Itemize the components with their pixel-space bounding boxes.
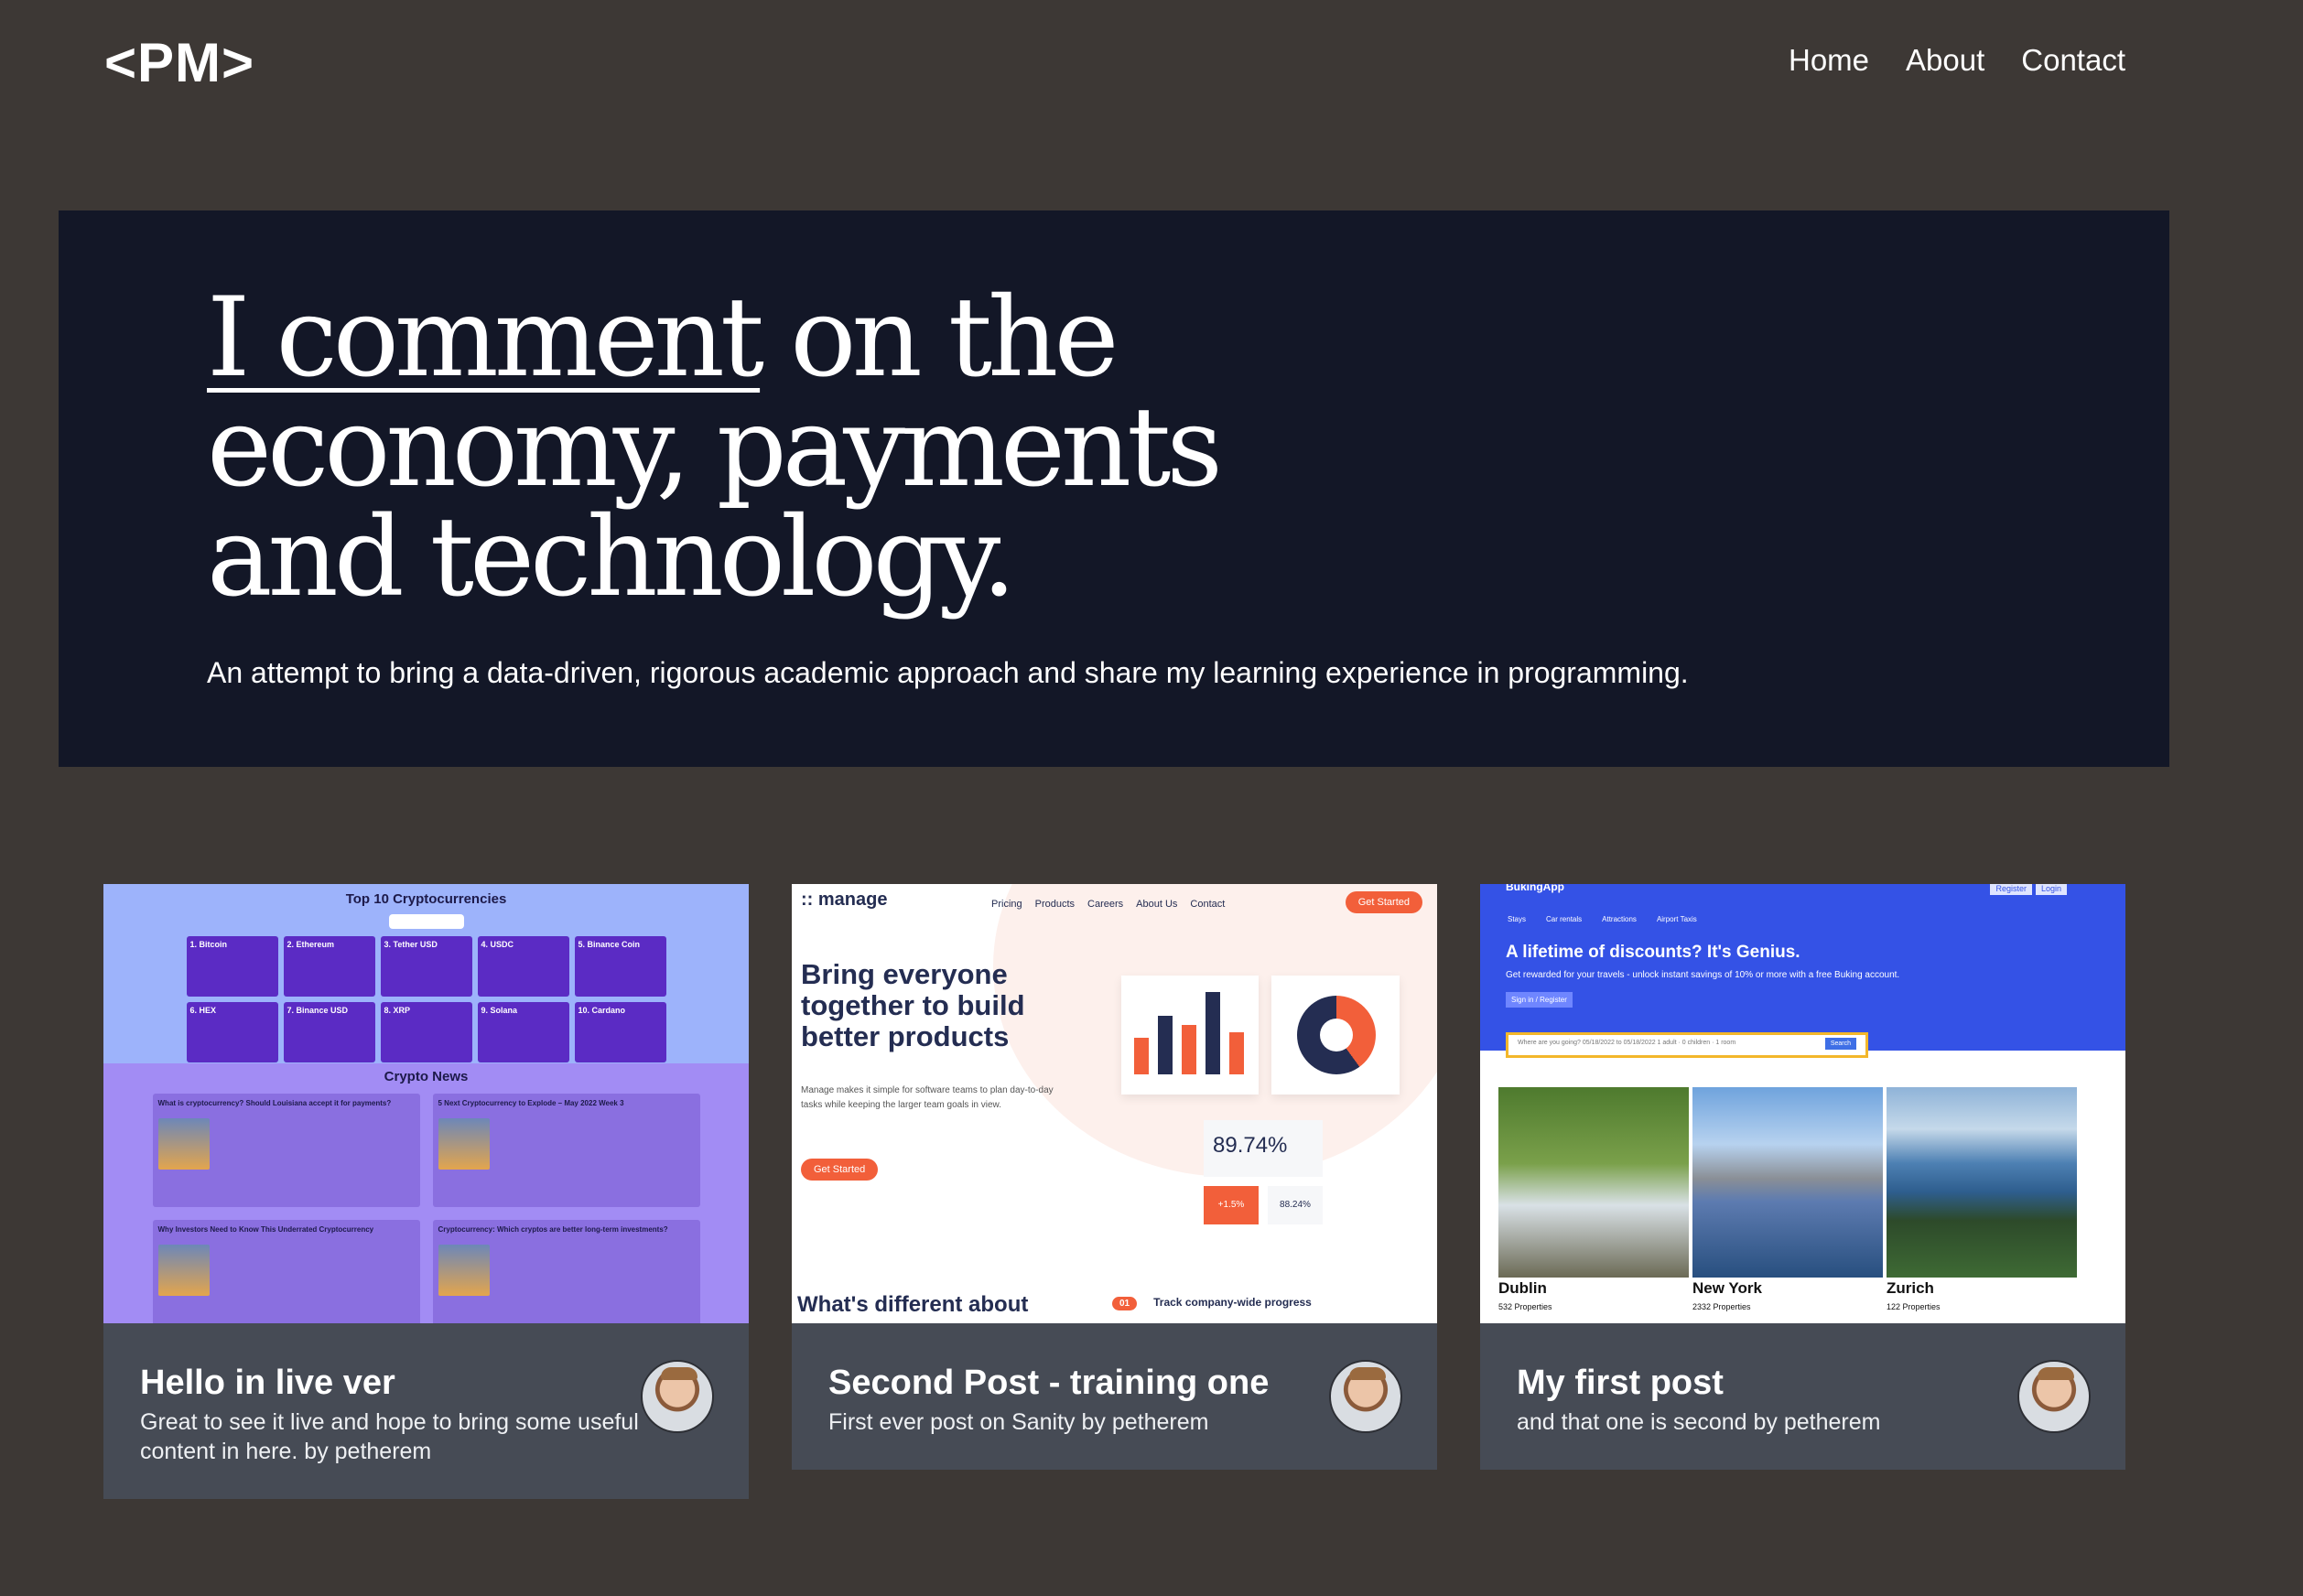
thumb-search-bar: Where are you going? 05/18/2022 to 05/18… [1506,1032,1868,1058]
hero-title-underlined: I comment [207,275,764,402]
post-thumbnail[interactable]: :: manage Pricing Products Careers About Us… [792,884,1437,1323]
dublin-photo [1498,1087,1689,1278]
thumb-section-title: What's different about [797,1292,1029,1317]
thumb-hero: BukingApp Register Login Stays Car rentals… [1480,884,2125,1051]
nav-home-link[interactable]: Home [1789,40,1869,81]
thumb-stat-small: 88.24% [1268,1186,1323,1224]
city-label: Dublin 532 Properties [1498,1279,1552,1311]
hero-title: I comment on the economy, payments and t… [207,284,1397,613]
thumb-coin: 1. Bitcoin [186,936,278,997]
site-logo[interactable]: <PM> [104,33,254,93]
hero-banner: I comment on the economy, payments and t… [59,210,2169,767]
post-card[interactable]: Top 10 Cryptocurrencies 1. Bitcoin 2. Et… [103,884,749,1499]
thumb-headline: A lifetime of discounts? It's Genius. [1506,943,1800,962]
thumb-news-item: What is cryptocurrency? Should Louisiana… [152,1094,420,1207]
nav-about-link[interactable]: About [1906,40,1984,81]
thumb-body: Manage makes it simple for software team… [801,1085,1054,1110]
main-nav: Home About Contact [1789,40,2125,81]
post-card[interactable]: BukingApp Register Login Stays Car rentals… [1480,884,2125,1470]
new-york-photo [1692,1087,1883,1278]
thumb-bar-chart [1121,976,1259,1095]
thumb-logo: :: manage [801,890,888,910]
post-title[interactable]: Hello in live ver [140,1362,639,1404]
thumb-auth: Register Login [1986,884,2067,895]
nav-contact-link[interactable]: Contact [2021,40,2125,81]
thumb-stat-change: +1.5% [1204,1186,1259,1224]
thumb-coin-grid: 1. Bitcoin 2. Ethereum 3. Tether USD 4. … [103,936,749,1062]
thumb-signin: Sign in / Register [1506,992,1573,1008]
post-card-body[interactable]: Second Post - training one First ever po… [792,1323,1437,1470]
thumb-brand: BukingApp [1506,884,1564,893]
news-image [157,1118,210,1170]
author-avatar [1329,1360,1402,1433]
thumb-stat: 89.74% [1204,1120,1323,1177]
city-label: New York 2332 Properties [1692,1279,1762,1311]
thumb-news-section: Crypto News What is cryptocurrency? Shou… [103,1063,749,1323]
hero-subtitle: An attempt to bring a data-driven, rigor… [207,656,1689,689]
thumb-nav: Pricing Products Careers About Us Contact [991,899,1226,910]
thumb-cities: Dublin 532 Properties New York 2332 Proper… [1498,1279,2077,1314]
post-description: and that one is second by petherem [1517,1409,1881,1435]
thumb-news-item: 5 Next Cryptocurrency to Explode – May 2… [432,1094,700,1207]
post-title[interactable]: Second Post - training one [828,1362,1327,1404]
thumb-tabs: Stays Car rentals Attractions Airport Taxis [1508,915,1697,923]
thumb-coin: 2. Ethereum [283,936,375,997]
thumb-cta-secondary: Get Started [801,1159,879,1181]
city-label: Zurich 122 Properties [1887,1279,1941,1311]
news-image [438,1245,490,1296]
thumb-news-heading: Crypto News [384,1069,469,1084]
post-title[interactable]: My first post [1517,1362,2016,1404]
thumb-news-item: Why Investors Need to Know This Underrat… [152,1220,420,1323]
thumb-subtext: Get rewarded for your travels - unlock i… [1506,970,1900,980]
thumb-coin: 8. XRP [380,1002,472,1062]
thumb-coin: 6. HEX [186,1002,278,1062]
zurich-photo [1887,1087,2077,1278]
post-description: Great to see it live and hope to bring s… [140,1409,639,1464]
thumb-photos [1498,1087,2077,1278]
post-card[interactable]: :: manage Pricing Products Careers About Us… [792,884,1437,1470]
thumb-coin: 7. Binance USD [283,1002,375,1062]
news-image [438,1118,490,1170]
thumb-heading: Top 10 Cryptocurrencies [345,891,507,907]
thumb-coin: 4. USDC [477,936,569,997]
post-card-body[interactable]: My first post and that one is second by … [1480,1323,2125,1470]
post-description: First ever post on Sanity by petherem [828,1409,1209,1435]
author-avatar [2017,1360,2091,1433]
author-avatar [641,1360,714,1433]
thumb-headline: Bring everyone together to build better … [801,958,1025,1052]
post-card-body[interactable]: Hello in live ver Great to see it live a… [103,1323,749,1499]
post-thumbnail[interactable]: Top 10 Cryptocurrencies 1. Bitcoin 2. Et… [103,884,749,1323]
thumb-donut-chart [1271,976,1400,1095]
thumb-coin: 9. Solana [477,1002,569,1062]
thumb-cta: Get Started [1345,891,1422,913]
thumb-step: 01 Track company-wide progress [1112,1296,1312,1310]
news-image [157,1245,210,1296]
thumb-coin: 10. Cardano [574,1002,666,1062]
post-thumbnail[interactable]: BukingApp Register Login Stays Car rentals… [1480,884,2125,1323]
thumb-coin: 5. Binance Coin [574,936,666,997]
thumb-search-input [388,914,464,929]
thumb-news-item: Cryptocurrency: Which cryptos are better… [432,1220,700,1323]
thumb-coin: 3. Tether USD [380,936,472,997]
